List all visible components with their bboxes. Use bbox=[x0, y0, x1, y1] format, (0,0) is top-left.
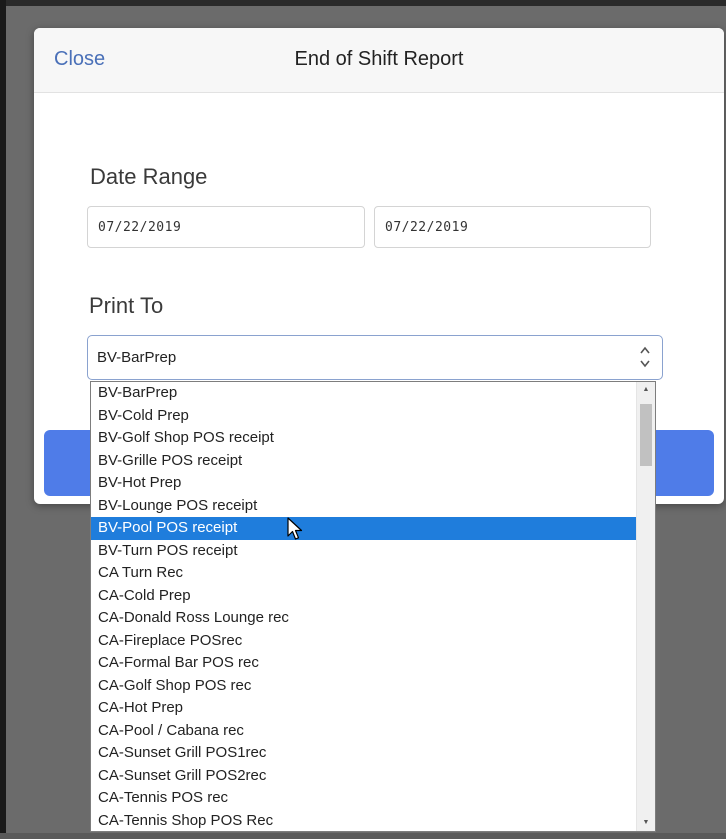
options-list: BV-BarPrep BV-Cold Prep BV-Golf Shop POS r… bbox=[91, 382, 638, 832]
dropdown-option[interactable]: CA-Pool / Cabana rec bbox=[91, 720, 638, 743]
window-frame-left bbox=[0, 0, 6, 839]
start-date-input[interactable]: 07/22/2019 bbox=[87, 206, 365, 248]
dropdown-option[interactable]: CA-Sunset Grill POS1rec bbox=[91, 742, 638, 765]
dropdown-option[interactable]: CA-Tennis POS rec bbox=[91, 787, 638, 810]
dropdown-option[interactable]: BV-Golf Shop POS receipt bbox=[91, 427, 638, 450]
dropdown-option[interactable]: CA-Formal Bar POS rec bbox=[91, 652, 638, 675]
window-frame-bottom bbox=[0, 833, 726, 839]
dropdown-option[interactable]: CA-Donald Ross Lounge rec bbox=[91, 607, 638, 630]
dropdown-option[interactable]: CA-Golf Shop POS rec bbox=[91, 675, 638, 698]
date-range-label: Date Range bbox=[90, 164, 208, 189]
dropdown-option[interactable]: BV-Cold Prep bbox=[91, 405, 638, 428]
dropdown-option[interactable]: BV-Lounge POS receipt bbox=[91, 495, 638, 518]
dropdown-option[interactable]: BV-BarPrep bbox=[91, 382, 638, 405]
print-to-select[interactable]: BV-BarPrep bbox=[87, 335, 663, 380]
dropdown-option[interactable]: BV-Hot Prep bbox=[91, 472, 638, 495]
mouse-pointer-icon bbox=[287, 517, 303, 540]
dropdown-scrollbar[interactable]: ▲ ▼ bbox=[636, 382, 655, 831]
chevron-up-down-icon bbox=[640, 346, 650, 368]
dropdown-option[interactable]: BV-Turn POS receipt bbox=[91, 540, 638, 563]
dropdown-option[interactable]: BV-Pool POS receipt bbox=[91, 517, 638, 540]
print-to-label: Print To bbox=[89, 293, 164, 318]
scroll-thumb[interactable] bbox=[640, 404, 652, 466]
end-date-input[interactable]: 07/22/2019 bbox=[374, 206, 651, 248]
window-frame-top bbox=[0, 0, 726, 6]
dropdown-option[interactable]: CA-Sunset Grill POS2rec bbox=[91, 765, 638, 788]
dropdown-option[interactable]: CA-Fireplace POSrec bbox=[91, 630, 638, 653]
dropdown-option[interactable]: BV-Grille POS receipt bbox=[91, 450, 638, 473]
modal-header: Close End of Shift Report bbox=[34, 28, 724, 93]
dropdown-option[interactable]: CA-Tennis Shop POS Rec bbox=[91, 810, 638, 832]
print-to-selected-value: BV-BarPrep bbox=[97, 349, 177, 366]
scroll-up-arrow-icon[interactable]: ▲ bbox=[637, 382, 655, 398]
dropdown-option[interactable]: CA Turn Rec bbox=[91, 562, 638, 585]
modal-title: End of Shift Report bbox=[294, 48, 464, 70]
scroll-down-arrow-icon[interactable]: ▼ bbox=[637, 815, 655, 831]
print-to-dropdown-list[interactable]: BV-BarPrep BV-Cold Prep BV-Golf Shop POS r… bbox=[90, 381, 656, 832]
dropdown-option[interactable]: CA-Hot Prep bbox=[91, 697, 638, 720]
dropdown-option[interactable]: CA-Cold Prep bbox=[91, 585, 638, 608]
